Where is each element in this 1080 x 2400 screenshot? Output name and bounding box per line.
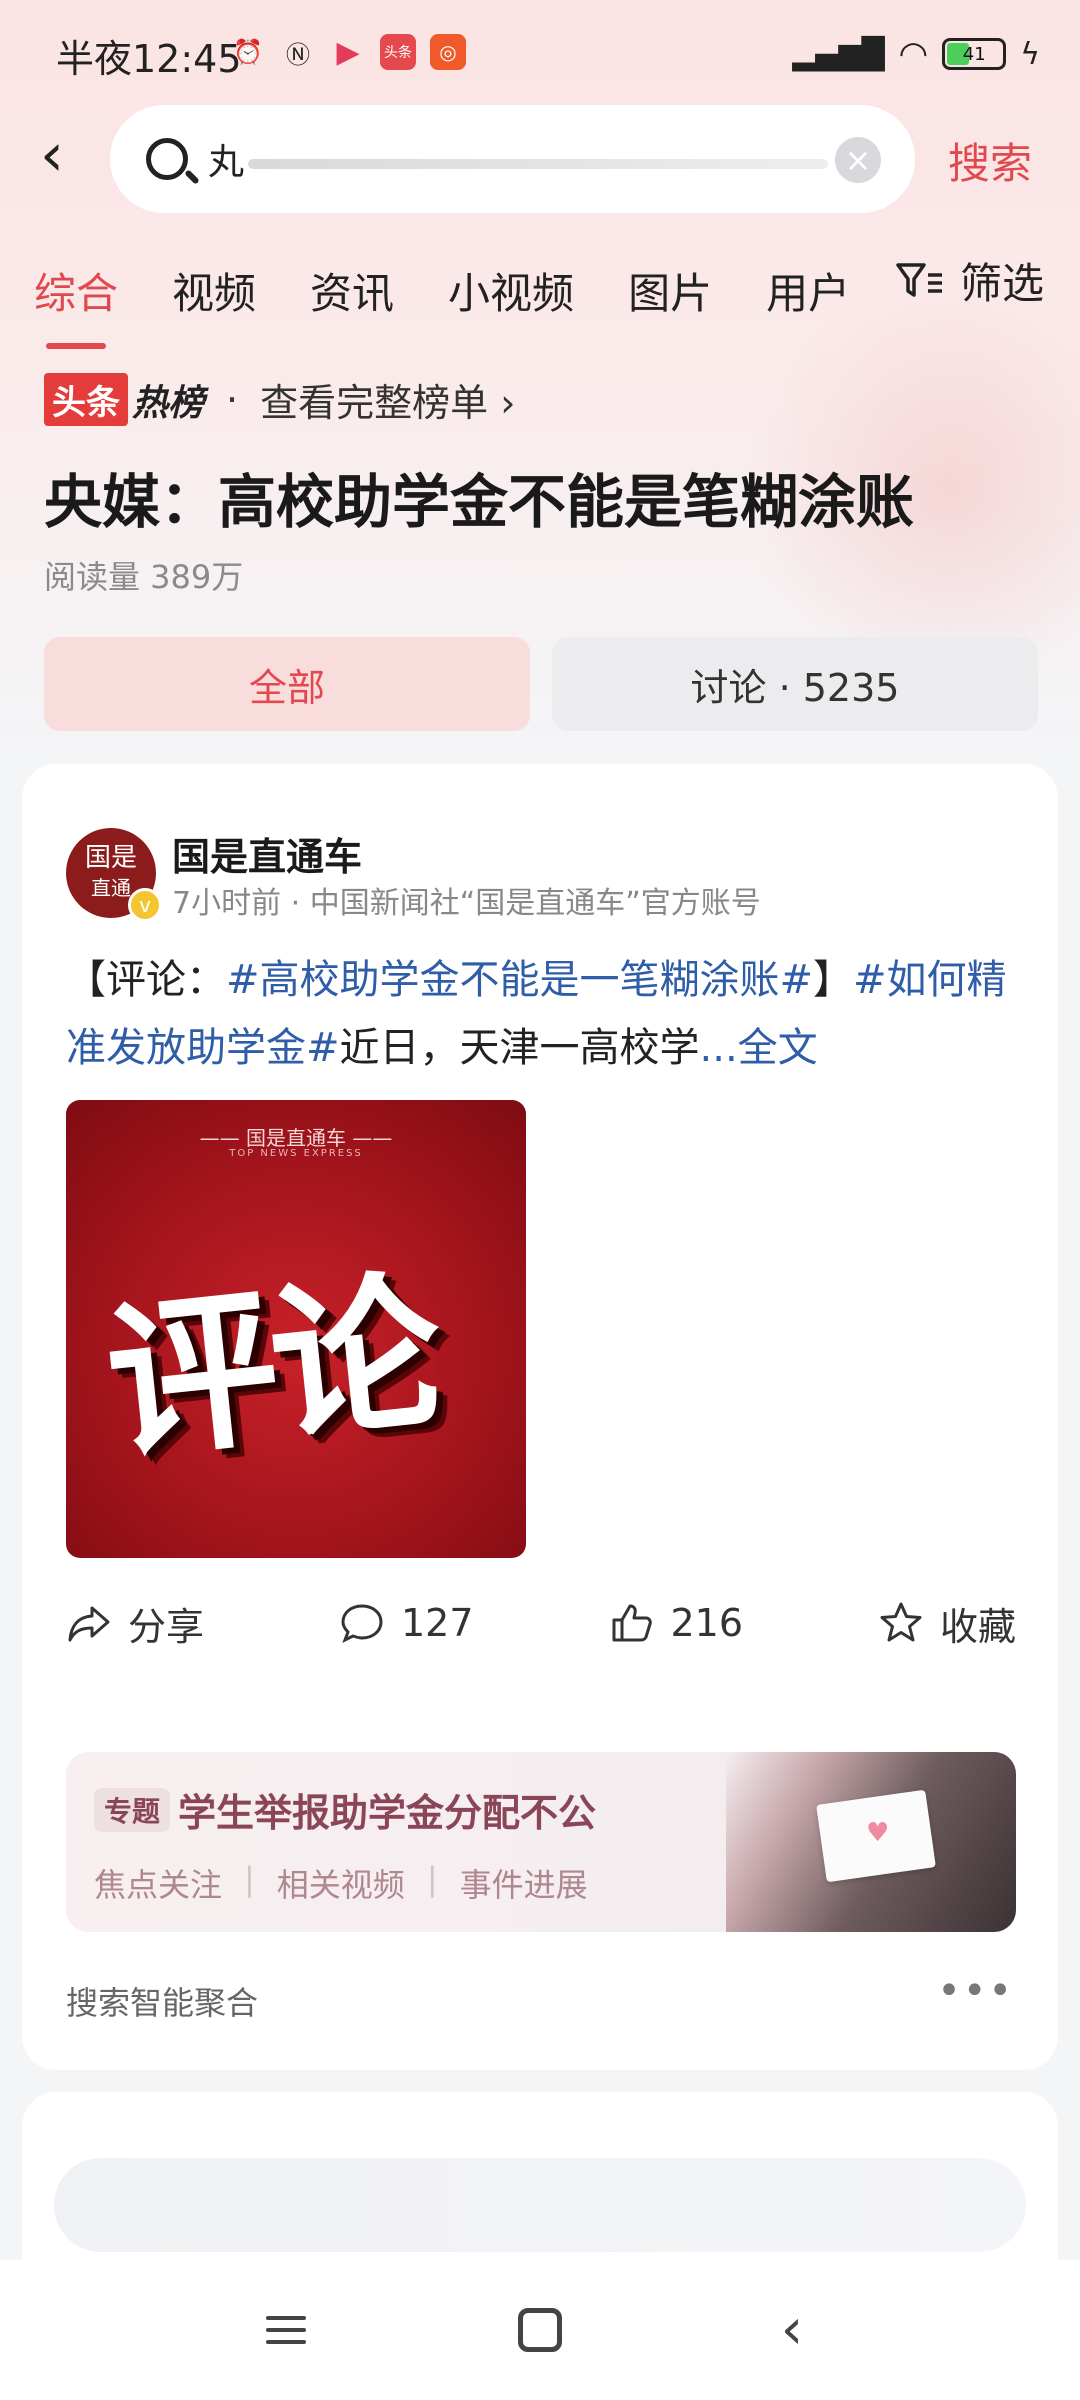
charging-icon: ϟ <box>1020 36 1040 72</box>
topic-tag: 专题 <box>94 1788 171 1832</box>
share-icon <box>68 1606 110 1642</box>
filter-label: 筛选 <box>959 259 1044 308</box>
topic-title[interactable]: 学生举报助学金分配不公 <box>178 1782 596 1837</box>
system-navigation-bar: ‹ <box>0 2260 1080 2400</box>
aggregation-label: 搜索智能聚合 <box>66 1984 259 2022</box>
hot-headline[interactable]: 央媒：高校助学金不能是笔糊涂账 <box>44 455 914 539</box>
loading-placeholder <box>54 2158 1026 2252</box>
home-button[interactable] <box>518 2308 562 2352</box>
read-more-link[interactable]: ...全文 <box>700 1025 818 1071</box>
avatar-text-2: 直通 <box>91 876 131 900</box>
topic-link-progress[interactable]: 事件进展 <box>460 1860 588 1906</box>
like-button[interactable]: 216 <box>608 1600 743 1646</box>
hot-list-badge: 头条 <box>44 373 128 426</box>
heart-icon: ♥ <box>866 1818 890 1848</box>
search-icon <box>146 138 188 180</box>
segment-all[interactable]: 全部 <box>44 637 530 731</box>
camera-app-icon: ◎ <box>430 34 466 70</box>
image-brand-sub: TOP NEWS EXPRESS <box>229 1148 363 1159</box>
recent-apps-button[interactable] <box>258 2300 318 2360</box>
post-text-prefix: 【评论： <box>66 957 226 1003</box>
search-tabs: 综合 视频 资讯 小视频 图片 用户 筛选 <box>34 250 1044 349</box>
search-query: 丸 <box>208 133 828 185</box>
image-title: 评论 <box>98 1251 446 1485</box>
tab-video[interactable]: 视频 <box>172 260 256 321</box>
filter-icon <box>896 261 944 301</box>
status-system-icons: ▂▄▆█ ◠ 41 ϟ <box>792 34 1040 74</box>
status-bar: 半夜12:45 ⏰ Ⓝ ▶ 头条 ◎ ▂▄▆█ ◠ 41 ϟ <box>0 0 1080 105</box>
avatar-text-1: 国是 <box>84 843 137 873</box>
hot-list-badge-text: 热榜 <box>132 382 205 424</box>
status-notification-icons: ⏰ Ⓝ ▶ 头条 ◎ <box>230 34 466 70</box>
avatar[interactable]: 国是 直通 v <box>66 828 162 922</box>
share-button[interactable]: 分享 <box>66 1596 204 1651</box>
like-count: 216 <box>670 1601 744 1645</box>
view-full-list-link[interactable]: 查看完整榜单 › <box>260 372 515 427</box>
favorite-label: 收藏 <box>939 1604 1016 1649</box>
topic-link-focus[interactable]: 焦点关注 <box>94 1860 222 1906</box>
divider: | <box>244 1860 255 1898</box>
post-text-body: 近日，天津一高校学 <box>339 1025 700 1071</box>
more-options-button[interactable]: ••• <box>937 1968 1014 2014</box>
battery-icon: 41 <box>942 38 1007 70</box>
segment-discussion[interactable]: 讨论 · 5235 <box>552 637 1038 731</box>
hot-list-link[interactable]: 头条 热榜 · 查看完整榜单 › <box>44 372 515 427</box>
tab-news[interactable]: 资讯 <box>310 260 394 321</box>
divider: | <box>426 1860 438 1898</box>
topic-card[interactable]: 专题 学生举报助学金分配不公 焦点关注 | 相关视频 | 事件进展 ♥ <box>66 1752 1016 1932</box>
tab-short-video[interactable]: 小视频 <box>448 260 574 321</box>
post-actions: 分享 127 216 收藏 <box>66 1588 1016 1658</box>
filter-button[interactable]: 筛选 <box>896 250 1044 311</box>
wifi-icon: ◠ <box>898 34 929 74</box>
post-card: 国是 直通 v 国是直通车 7小时前 · 中国新闻社“国是直通车”官方账号 【评… <box>22 764 1058 2070</box>
search-input[interactable]: 丸 × <box>110 105 915 213</box>
tab-images[interactable]: 图片 <box>628 260 712 321</box>
post-image[interactable]: —— 国是直通车 —— TOP NEWS EXPRESS 评论 <box>66 1100 526 1558</box>
image-brand: —— 国是直通车 —— <box>199 1126 393 1150</box>
back-button[interactable]: ‹ <box>40 125 90 195</box>
post-text-mid: 】 <box>813 957 854 1003</box>
topic-photo: ♥ <box>726 1752 1016 1932</box>
battery-level: 41 <box>962 43 986 65</box>
tab-users[interactable]: 用户 <box>766 260 850 321</box>
comment-icon <box>341 1604 383 1644</box>
alarm-icon: ⏰ <box>233 38 263 66</box>
status-time: 半夜12:45 <box>56 37 242 81</box>
post-text[interactable]: 【评论：#高校助学金不能是一笔糊涂账#】#如何精准发放助学金#近日，天津一高校学… <box>66 946 1026 1082</box>
search-button[interactable]: 搜索 <box>948 130 1032 191</box>
topic-links: 焦点关注 | 相关视频 | 事件进展 <box>94 1860 588 1906</box>
star-icon <box>880 1602 922 1642</box>
nav-back-button[interactable]: ‹ <box>762 2300 822 2360</box>
video-app-icon: ▶ <box>336 34 360 70</box>
signal-icon: ▂▄▆█ <box>792 36 885 72</box>
toutiao-app-icon: 头条 <box>380 34 416 70</box>
nfc-icon: Ⓝ <box>286 40 310 69</box>
hashtag-link[interactable]: #高校助学金不能是一笔糊涂账# <box>226 957 813 1003</box>
verified-icon: v <box>128 888 162 922</box>
thumbs-up-icon <box>612 1604 653 1642</box>
favorite-button[interactable]: 收藏 <box>878 1596 1016 1651</box>
read-count: 阅读量 389万 <box>44 558 244 596</box>
author-meta: 7小时前 · 中国新闻社“国是直通车”官方账号 <box>172 886 761 921</box>
separator-dot: · <box>226 377 239 422</box>
comment-button[interactable]: 127 <box>339 1600 474 1646</box>
clear-icon[interactable]: × <box>835 137 881 183</box>
share-label: 分享 <box>128 1604 205 1649</box>
tab-comprehensive[interactable]: 综合 <box>34 260 118 349</box>
author-name[interactable]: 国是直通车 <box>172 826 362 881</box>
comment-count: 127 <box>400 1601 474 1645</box>
topic-link-videos[interactable]: 相关视频 <box>277 1860 405 1906</box>
